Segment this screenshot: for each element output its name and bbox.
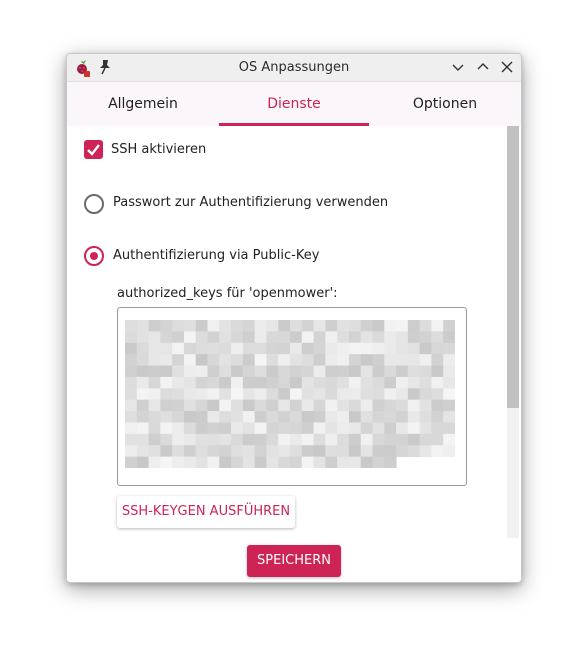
password-auth-radio[interactable] xyxy=(84,194,104,214)
checkmark-icon xyxy=(87,144,100,156)
password-auth-label[interactable]: Passwort zur Authentifizierung verwenden xyxy=(113,195,388,210)
authorized-keys-label: authorized_keys für 'openmower': xyxy=(117,286,338,301)
maximize-icon[interactable] xyxy=(476,60,490,74)
os-customisation-dialog: OS Anpassungen Allgemein Dienste Optione… xyxy=(66,53,522,583)
ssh-enable-label[interactable]: SSH aktivieren xyxy=(111,142,206,157)
ssh-keygen-button[interactable]: SSH-KEYGEN AUSFÜHREN xyxy=(117,496,295,528)
redacted-key-pixelation xyxy=(125,320,455,468)
scrollbar[interactable] xyxy=(507,126,519,538)
ssh-enable-checkbox[interactable] xyxy=(84,140,103,159)
active-tab-indicator xyxy=(219,123,369,126)
minimize-icon[interactable] xyxy=(451,60,465,74)
tab-bar: Allgemein Dienste Optionen xyxy=(67,82,521,126)
tab-optionen[interactable]: Optionen xyxy=(369,82,521,126)
authorized-keys-textarea[interactable] xyxy=(117,307,467,486)
pubkey-auth-label[interactable]: Authentifizierung via Public-Key xyxy=(113,248,319,263)
title-bar[interactable]: OS Anpassungen xyxy=(67,54,521,82)
pubkey-auth-radio[interactable] xyxy=(84,246,104,266)
save-button[interactable]: SPEICHERN xyxy=(247,545,341,577)
scrollbar-thumb[interactable] xyxy=(507,126,519,408)
close-icon[interactable] xyxy=(500,60,514,74)
tab-dienste[interactable]: Dienste xyxy=(219,82,369,126)
tab-allgemein[interactable]: Allgemein xyxy=(67,82,219,126)
